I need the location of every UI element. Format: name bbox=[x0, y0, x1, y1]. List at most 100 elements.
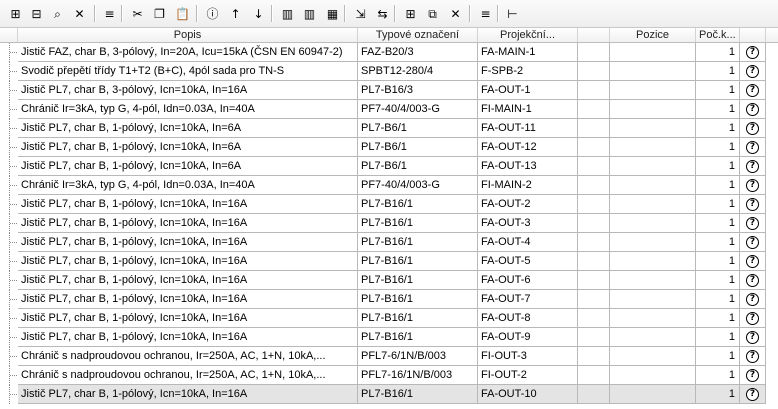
cell-empty[interactable] bbox=[578, 252, 610, 271]
table-row[interactable]: Chránič s nadproudovou ochranou, Ir=250A… bbox=[0, 366, 778, 385]
cell-projekcni[interactable]: FA-MAIN-1 bbox=[478, 43, 578, 62]
table-row[interactable]: Jistič PL7, char B, 1-pólový, Icn=10kA, … bbox=[0, 385, 778, 404]
cell-pocet[interactable]: 1 bbox=[696, 233, 740, 252]
cell-typ[interactable]: PL7-B16/1 bbox=[358, 233, 478, 252]
table-row[interactable]: Chránič Ir=3kA, typ G, 4-pól, Idn=0.03A,… bbox=[0, 176, 778, 195]
cell-typ[interactable]: PFL7-6/1N/B/003 bbox=[358, 347, 478, 366]
cell-popis[interactable]: Chránič s nadproudovou ochranou, Ir=250A… bbox=[18, 366, 358, 385]
cell-pozice[interactable] bbox=[610, 176, 696, 195]
cell-typ[interactable]: PL7-B6/1 bbox=[358, 157, 478, 176]
cell-status[interactable]: ? bbox=[740, 62, 766, 81]
cell-status[interactable]: ? bbox=[740, 385, 766, 404]
cell-projekcni[interactable]: FI-OUT-3 bbox=[478, 347, 578, 366]
cell-status[interactable]: ? bbox=[740, 43, 766, 62]
table-row[interactable]: Jistič FAZ, char B, 3-pólový, In=20A, Ic… bbox=[0, 43, 778, 62]
cell-status[interactable]: ? bbox=[740, 176, 766, 195]
cell-pocet[interactable]: 1 bbox=[696, 309, 740, 328]
question-status-icon[interactable]: ? bbox=[746, 102, 759, 116]
cell-pozice[interactable] bbox=[610, 138, 696, 157]
cell-projekcni[interactable]: FA-OUT-7 bbox=[478, 290, 578, 309]
cell-typ[interactable]: PL7-B16/1 bbox=[358, 271, 478, 290]
cell-pocet[interactable]: 1 bbox=[696, 119, 740, 138]
cell-projekcni[interactable]: FA-OUT-3 bbox=[478, 214, 578, 233]
cell-projekcni[interactable]: FA-OUT-2 bbox=[478, 195, 578, 214]
cell-pozice[interactable] bbox=[610, 252, 696, 271]
cell-pozice[interactable] bbox=[610, 271, 696, 290]
cell-popis[interactable]: Svodič přepětí třídy T1+T2 (B+C), 4pól s… bbox=[18, 62, 358, 81]
renumber-icon[interactable]: ≡ bbox=[476, 4, 495, 23]
cell-typ[interactable]: PL7-B16/1 bbox=[358, 328, 478, 347]
cell-status[interactable]: ? bbox=[740, 271, 766, 290]
cell-projekcni[interactable]: FA-OUT-10 bbox=[478, 385, 578, 404]
cell-popis[interactable]: Jistič FAZ, char B, 3-pólový, In=20A, Ic… bbox=[18, 43, 358, 62]
table-row[interactable]: Chránič Ir=3kA, typ G, 4-pól, Idn=0.03A,… bbox=[0, 100, 778, 119]
cell-pocet[interactable]: 1 bbox=[696, 176, 740, 195]
cell-pocet[interactable]: 1 bbox=[696, 62, 740, 81]
columns-left-icon[interactable]: ▥ bbox=[278, 4, 297, 23]
cell-typ[interactable]: PL7-B16/1 bbox=[358, 290, 478, 309]
cell-empty[interactable] bbox=[578, 157, 610, 176]
cell-pocet[interactable]: 1 bbox=[696, 271, 740, 290]
cell-pocet[interactable]: 1 bbox=[696, 138, 740, 157]
question-status-icon[interactable]: ? bbox=[746, 83, 759, 97]
cell-status[interactable]: ? bbox=[740, 290, 766, 309]
align-left-icon[interactable]: ⊢ bbox=[503, 4, 522, 23]
move-insert-icon[interactable]: ⇆ bbox=[373, 4, 392, 23]
cell-pozice[interactable] bbox=[610, 233, 696, 252]
info-icon[interactable]: ⓘ bbox=[203, 4, 222, 23]
cell-typ[interactable]: PF7-40/4/003-G bbox=[358, 100, 478, 119]
cell-pocet[interactable]: 1 bbox=[696, 347, 740, 366]
cell-projekcni[interactable]: FA-OUT-9 bbox=[478, 328, 578, 347]
cell-popis[interactable]: Jistič PL7, char B, 1-pólový, Icn=10kA, … bbox=[18, 328, 358, 347]
question-status-icon[interactable]: ? bbox=[746, 311, 759, 325]
cell-popis[interactable]: Chránič Ir=3kA, typ G, 4-pól, Idn=0.03A,… bbox=[18, 176, 358, 195]
table-row[interactable]: Jistič PL7, char B, 1-pólový, Icn=10kA, … bbox=[0, 214, 778, 233]
cell-projekcni[interactable]: FA-OUT-13 bbox=[478, 157, 578, 176]
cell-empty[interactable] bbox=[578, 43, 610, 62]
question-status-icon[interactable]: ? bbox=[746, 64, 759, 78]
cell-empty[interactable] bbox=[578, 81, 610, 100]
cell-pozice[interactable] bbox=[610, 309, 696, 328]
cell-pozice[interactable] bbox=[610, 347, 696, 366]
cell-popis[interactable]: Jistič PL7, char B, 3-pólový, Icn=10kA, … bbox=[18, 81, 358, 100]
cell-typ[interactable]: PL7-B6/1 bbox=[358, 138, 478, 157]
paste-icon[interactable]: 📋 bbox=[173, 4, 192, 23]
cell-pozice[interactable] bbox=[610, 119, 696, 138]
table-row[interactable]: Jistič PL7, char B, 1-pólový, Icn=10kA, … bbox=[0, 195, 778, 214]
cell-status[interactable]: ? bbox=[740, 119, 766, 138]
cell-projekcni[interactable]: FI-OUT-2 bbox=[478, 366, 578, 385]
tree-collapse-icon[interactable]: ⊟ bbox=[27, 4, 46, 23]
filter-clear-icon[interactable]: ✕ bbox=[70, 4, 89, 23]
cell-typ[interactable]: PL7-B16/1 bbox=[358, 309, 478, 328]
cell-empty[interactable] bbox=[578, 100, 610, 119]
cell-popis[interactable]: Jistič PL7, char B, 1-pólový, Icn=10kA, … bbox=[18, 233, 358, 252]
table-row[interactable]: Jistič PL7, char B, 1-pólový, Icn=10kA, … bbox=[0, 328, 778, 347]
cell-projekcni[interactable]: FA-OUT-1 bbox=[478, 81, 578, 100]
cell-status[interactable]: ? bbox=[740, 138, 766, 157]
cell-empty[interactable] bbox=[578, 309, 610, 328]
question-status-icon[interactable]: ? bbox=[746, 292, 759, 306]
cell-status[interactable]: ? bbox=[740, 252, 766, 271]
delete-icon[interactable]: ✕ bbox=[446, 4, 465, 23]
cell-popis[interactable]: Jistič PL7, char B, 1-pólový, Icn=10kA, … bbox=[18, 214, 358, 233]
table-row[interactable]: Jistič PL7, char B, 1-pólový, Icn=10kA, … bbox=[0, 290, 778, 309]
cell-typ[interactable]: PL7-B6/1 bbox=[358, 119, 478, 138]
cell-typ[interactable]: PL7-B16/1 bbox=[358, 385, 478, 404]
table-row[interactable]: Jistič PL7, char B, 1-pólový, Icn=10kA, … bbox=[0, 157, 778, 176]
cell-projekcni[interactable]: FA-OUT-4 bbox=[478, 233, 578, 252]
cell-pozice[interactable] bbox=[610, 366, 696, 385]
question-status-icon[interactable]: ? bbox=[746, 197, 759, 211]
question-status-icon[interactable]: ? bbox=[746, 273, 759, 287]
cell-popis[interactable]: Jistič PL7, char B, 1-pólový, Icn=10kA, … bbox=[18, 195, 358, 214]
cell-pocet[interactable]: 1 bbox=[696, 290, 740, 309]
cell-pozice[interactable] bbox=[610, 195, 696, 214]
cell-empty[interactable] bbox=[578, 119, 610, 138]
cell-pozice[interactable] bbox=[610, 157, 696, 176]
column-header-typ[interactable]: Typové označení bbox=[358, 28, 478, 42]
question-status-icon[interactable]: ? bbox=[746, 159, 759, 173]
split-icon[interactable]: ⊞ bbox=[401, 4, 420, 23]
cell-status[interactable]: ? bbox=[740, 309, 766, 328]
cell-pocet[interactable]: 1 bbox=[696, 195, 740, 214]
cell-popis[interactable]: Jistič PL7, char B, 1-pólový, Icn=10kA, … bbox=[18, 271, 358, 290]
cell-projekcni[interactable]: FI-MAIN-2 bbox=[478, 176, 578, 195]
